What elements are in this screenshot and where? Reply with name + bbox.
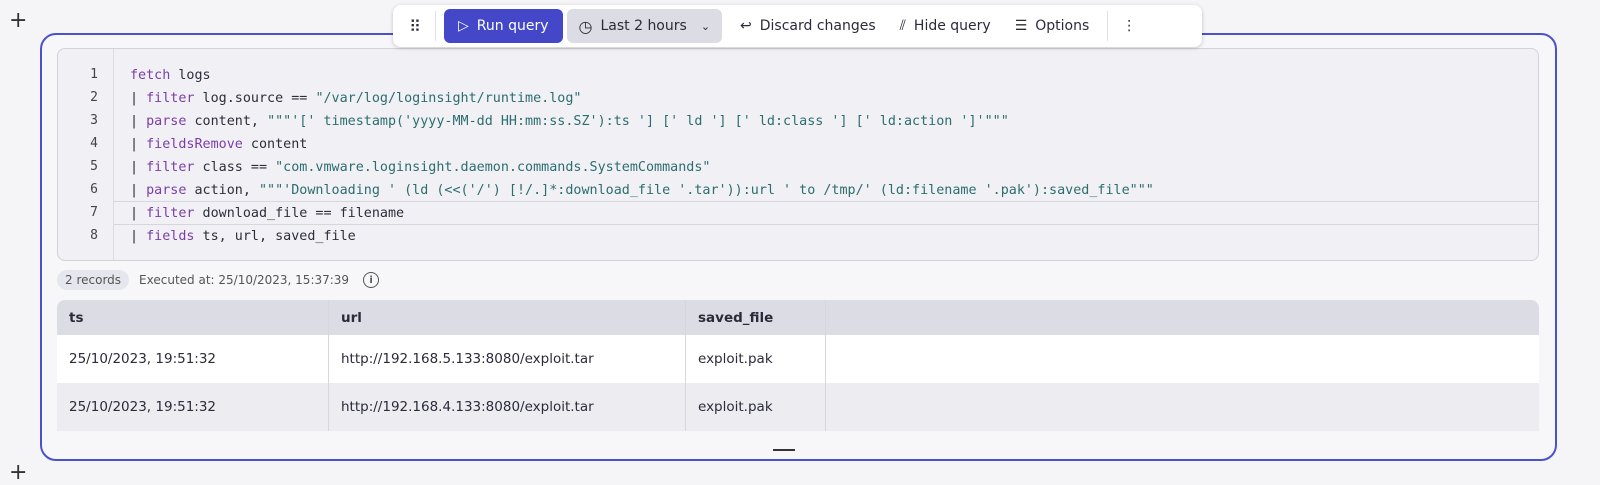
line-number: 7 xyxy=(90,205,98,220)
cell-saved-file: exploit.pak xyxy=(686,383,826,431)
divider xyxy=(1107,11,1109,41)
timeframe-selector[interactable]: ◷ Last 2 hours ⌄ xyxy=(566,9,723,43)
column-header-url[interactable]: url xyxy=(329,300,686,335)
cell-saved-file: exploit.pak xyxy=(686,335,826,383)
code-text: logs xyxy=(170,68,211,83)
line-number: 4 xyxy=(90,136,98,151)
code-keyword: fieldsRemove xyxy=(146,137,243,152)
sliders-icon: ☰ xyxy=(1014,18,1028,34)
hide-query-button[interactable]: ⫽ Hide query xyxy=(888,9,1003,43)
code-text: | xyxy=(130,183,147,198)
code-keyword: filter xyxy=(146,91,195,106)
code-line[interactable]: | filter log.source == "/var/log/loginsi… xyxy=(130,87,581,110)
line-number: 8 xyxy=(90,228,98,243)
code-keyword: parse xyxy=(146,183,187,198)
discard-label: Discard changes xyxy=(759,18,876,34)
run-query-label: Run query xyxy=(476,18,549,34)
code-string: "com.vmware.loginsight.daemon.commands.S… xyxy=(275,160,711,175)
code-keyword: parse xyxy=(146,114,187,129)
result-meta: 2 records Executed at: 25/10/2023, 15:37… xyxy=(57,270,380,290)
query-editor[interactable]: 12345678 fetch logs | filter log.source =… xyxy=(57,48,1539,261)
code-string: """'Downloading ' (ld (<<('/') [!/.]*:do… xyxy=(259,183,1154,198)
code-text: download_file == filename xyxy=(194,206,405,221)
code-text: action, xyxy=(186,183,259,198)
cell-ts: 25/10/2023, 19:51:32 xyxy=(57,335,329,383)
code-text: | xyxy=(130,229,147,244)
code-text: ts, url, saved_file xyxy=(194,229,356,244)
line-number: 2 xyxy=(90,90,98,105)
code-text: log.source == xyxy=(194,91,316,106)
cell-url: http://192.168.4.133:8080/exploit.tar xyxy=(329,383,686,431)
hide-code-icon: ⫽ xyxy=(899,18,906,34)
code-text: | xyxy=(130,137,147,152)
more-menu-icon[interactable]: ⋮ xyxy=(1112,9,1146,43)
code-line[interactable]: | parse content, """'[' timestamp('yyyy-… xyxy=(130,110,1009,133)
code-text: | xyxy=(130,114,147,129)
chevron-down-icon: ⌄ xyxy=(700,19,711,33)
column-header-ts[interactable]: ts xyxy=(57,300,329,335)
code-text: | xyxy=(130,91,147,106)
discard-changes-button[interactable]: ↩ Discard changes xyxy=(728,9,888,43)
code-text: content xyxy=(242,137,308,152)
line-gutter: 1 2 3 4 5 6 7 8 xyxy=(58,49,114,260)
line-number: 6 xyxy=(90,182,98,197)
table-row[interactable]: 25/10/2023, 19:51:32 http://192.168.5.13… xyxy=(57,335,1539,383)
line-number: 5 xyxy=(90,159,98,174)
timeframe-label: Last 2 hours xyxy=(600,18,687,34)
code-keyword: filter xyxy=(146,206,195,221)
code-text: | xyxy=(130,206,147,221)
hide-label: Hide query xyxy=(913,18,991,34)
cell-empty xyxy=(826,335,1539,383)
results-table: ts url saved_file 25/10/2023, 19:51:32 h… xyxy=(57,300,1539,431)
table-header: ts url saved_file xyxy=(57,300,1539,335)
column-header-empty xyxy=(826,300,1539,335)
cell-ts: 25/10/2023, 19:51:32 xyxy=(57,383,329,431)
add-section-icon[interactable]: + xyxy=(9,10,27,32)
code-text: class == xyxy=(194,160,276,175)
cell-url: http://192.168.5.133:8080/exploit.tar xyxy=(329,335,686,383)
code-line[interactable]: | fieldsRemove content xyxy=(130,133,307,156)
add-section-icon[interactable]: + xyxy=(9,462,27,484)
code-keyword: fields xyxy=(146,229,195,244)
code-line[interactable]: | filter download_file == filename xyxy=(130,202,404,225)
run-query-button[interactable]: ▷ Run query xyxy=(444,9,563,43)
code-text: | xyxy=(130,160,147,175)
undo-icon: ↩ xyxy=(740,18,752,34)
line-number: 3 xyxy=(90,113,98,128)
code-string: "/var/log/loginsight/runtime.log" xyxy=(315,91,582,106)
clock-icon: ◷ xyxy=(578,16,593,36)
executed-at: Executed at: 25/10/2023, 15:37:39 xyxy=(139,273,350,287)
records-count-badge: 2 records xyxy=(57,270,130,290)
code-keyword: filter xyxy=(146,160,195,175)
code-line[interactable]: | filter class == "com.vmware.loginsight… xyxy=(130,156,710,179)
info-icon[interactable]: i xyxy=(363,272,380,288)
code-line[interactable]: | fields ts, url, saved_file xyxy=(130,225,356,248)
code-line[interactable]: | parse action, """'Downloading ' (ld (<… xyxy=(130,179,1154,202)
play-icon: ▷ xyxy=(458,18,469,34)
options-label: Options xyxy=(1035,18,1090,34)
resize-handle[interactable] xyxy=(773,449,795,451)
options-button[interactable]: ☰ Options xyxy=(1003,9,1102,43)
code-line[interactable]: fetch logs xyxy=(130,64,211,87)
code-keyword: fetch xyxy=(130,68,171,83)
table-row[interactable]: 25/10/2023, 19:51:32 http://192.168.4.13… xyxy=(57,383,1539,431)
code-text: content, xyxy=(186,114,268,129)
line-number: 1 xyxy=(90,67,98,82)
divider xyxy=(435,11,436,41)
column-header-saved-file[interactable]: saved_file xyxy=(686,300,826,335)
query-toolbar: ⠿ ▷ Run query ◷ Last 2 hours ⌄ ↩ Discard… xyxy=(393,5,1202,47)
code-string: """'[' timestamp('yyyy-MM-dd HH:mm:ss.SZ… xyxy=(267,114,1009,129)
drag-handle-icon[interactable]: ⠿ xyxy=(401,9,429,43)
cell-empty xyxy=(826,383,1539,431)
